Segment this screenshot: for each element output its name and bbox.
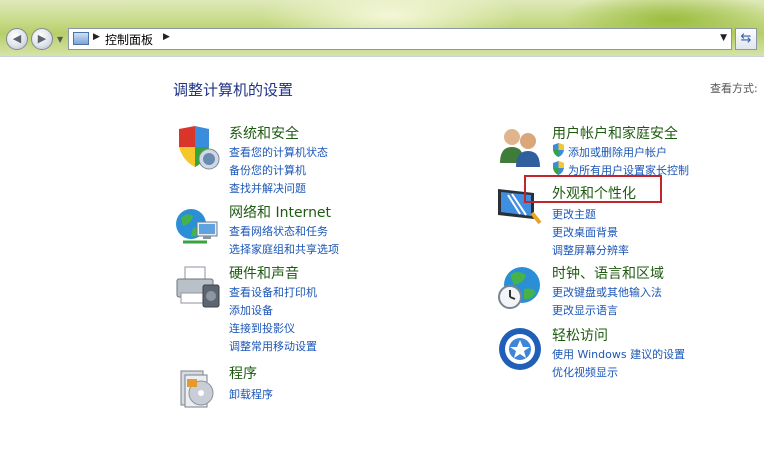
control-panel-content: 调整计算机的设置 查看方式: 系统和安全 查看您的计算机状态 备份您的计算机 查… [0,56,764,460]
programs-box-icon[interactable] [173,363,221,411]
link-change-keyboard[interactable]: 更改键盘或其他输入法 [552,284,662,300]
category-title[interactable]: 时钟、语言和区域 [552,263,664,283]
link-connect-projector[interactable]: 连接到投影仪 [229,320,295,336]
link-devices-printers[interactable]: 查看设备和打印机 [229,284,317,300]
category-programs: 程序 卸载程序 [173,363,393,413]
breadcrumb-separator-icon[interactable]: ▶ [163,32,170,42]
link-change-desktop-background[interactable]: 更改桌面背景 [552,224,618,240]
users-icon[interactable] [496,123,544,171]
history-dropdown-icon[interactable]: ▼ [57,35,63,44]
uac-shield-icon [553,143,564,157]
breadcrumb-separator-icon[interactable]: ▶ [93,32,100,42]
link-change-theme[interactable]: 更改主题 [552,206,596,222]
uac-shield-icon [553,161,564,175]
link-mobility-settings[interactable]: 调整常用移动设置 [229,338,317,354]
category-title[interactable]: 用户帐户和家庭安全 [552,123,678,143]
refresh-icon: ⇆ [740,31,752,46]
category-title[interactable]: 网络和 Internet [229,202,331,222]
link-windows-suggested-settings[interactable]: 使用 Windows 建议的设置 [552,346,685,362]
category-ease-of-access: 轻松访问 使用 Windows 建议的设置 优化视频显示 [496,325,736,380]
view-by-label[interactable]: 查看方式: [710,80,758,96]
link-optimize-visual-display[interactable]: 优化视频显示 [552,364,618,380]
link-troubleshoot[interactable]: 查找并解决问题 [229,180,306,196]
ease-of-access-icon[interactable] [496,325,544,373]
globe-clock-icon[interactable] [496,263,544,311]
refresh-button[interactable]: ⇆ [735,28,757,50]
link-add-remove-accounts[interactable]: 添加或删除用户帐户 [568,144,667,160]
link-view-computer-status[interactable]: 查看您的计算机状态 [229,144,328,160]
link-backup-computer[interactable]: 备份您的计算机 [229,162,306,178]
control-panel-icon [73,32,89,45]
highlight-box [524,175,662,203]
link-add-device[interactable]: 添加设备 [229,302,273,318]
category-title[interactable]: 硬件和声音 [229,263,299,283]
globe-network-icon[interactable] [173,202,221,250]
category-title[interactable]: 程序 [229,363,257,383]
category-title[interactable]: 系统和安全 [229,123,299,143]
category-network-internet: 网络和 Internet 查看网络状态和任务 选择家庭组和共享选项 [173,202,393,257]
link-uninstall-program[interactable]: 卸载程序 [229,386,273,402]
breadcrumb-control-panel[interactable]: 控制面板 [105,31,153,48]
shield-icon[interactable] [173,123,221,171]
address-bar[interactable]: ▶ 控制面板 ▶ ▼ [68,28,732,50]
link-adjust-resolution[interactable]: 调整屏幕分辨率 [552,242,629,258]
link-change-display-language[interactable]: 更改显示语言 [552,302,618,318]
back-arrow-icon: ◀ [12,32,22,45]
back-button[interactable]: ◀ [6,28,28,50]
category-user-accounts: 用户帐户和家庭安全 添加或删除用户帐户 为所有用户设置家长控制 [496,123,736,177]
printer-icon[interactable] [173,263,221,311]
address-dropdown-icon[interactable]: ▼ [720,33,727,43]
category-system-security: 系统和安全 查看您的计算机状态 备份您的计算机 查找并解决问题 [173,123,393,196]
forward-button[interactable]: ▶ [31,28,53,50]
category-title[interactable]: 轻松访问 [552,325,608,345]
page-title: 调整计算机的设置 [173,81,294,99]
forward-arrow-icon: ▶ [37,32,47,45]
category-clock-language-region: 时钟、语言和区域 更改键盘或其他输入法 更改显示语言 [496,263,736,318]
link-homegroup-sharing[interactable]: 选择家庭组和共享选项 [229,241,339,257]
category-hardware-sound: 硬件和声音 查看设备和打印机 添加设备 连接到投影仪 调整常用移动设置 [173,263,393,353]
link-network-status[interactable]: 查看网络状态和任务 [229,223,328,239]
